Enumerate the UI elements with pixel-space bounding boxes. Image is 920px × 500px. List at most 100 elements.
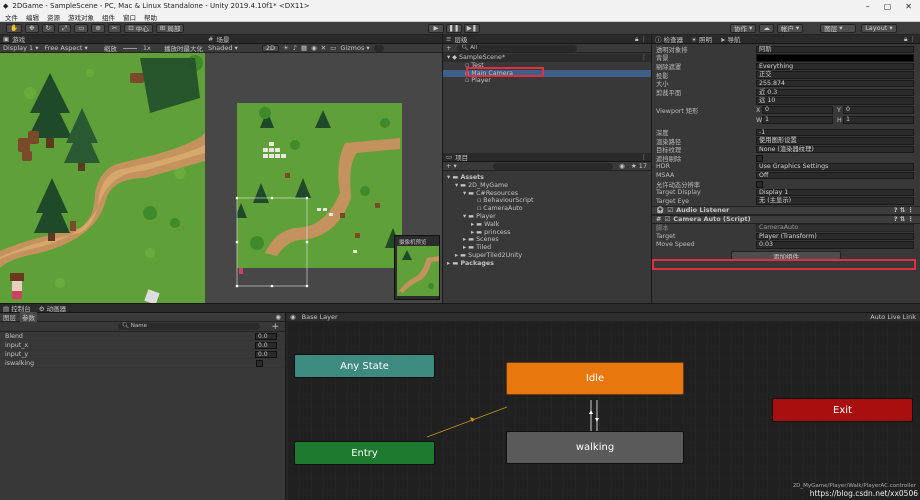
viewport-x-field[interactable]: 0 [762,106,833,114]
project-item-camera-auto[interactable]: ▫ CameraAuto [443,205,651,213]
display-select[interactable]: Display 1 ▾ [3,44,39,52]
component-menu-icon[interactable]: ? ⇅ ⋮ [894,206,920,214]
project-item-scenes[interactable]: ▸ ▬ Scenes [443,236,651,244]
viewport-w-field[interactable]: 1 [762,116,833,124]
effects-icon[interactable]: ▦ [301,44,307,52]
clip-far-field[interactable]: 远 10 [756,97,914,105]
hierarchy-search-input[interactable]: 🔍︎ All [457,44,578,52]
state-any[interactable]: Any State [294,354,435,378]
maximize-icon[interactable]: ▢ [884,2,892,11]
param-row[interactable]: input_x 0.0 [0,341,285,350]
pivot-local-button[interactable]: ⊞ 局部 [155,23,185,33]
project-item-cs-resources[interactable]: ▾ ▬ C#Resources [443,190,651,198]
rect-tool-icon[interactable]: ▭ [74,23,89,33]
depth-field[interactable]: -1 [756,128,914,137]
project-item-princess[interactable]: ▸ ▬ princess [443,229,651,237]
tab-game[interactable]: 游戏 [12,34,25,44]
auto-live-link-toggle[interactable]: Auto Live Link [870,313,920,321]
project-item-player[interactable]: ▾ ▬ Player [443,213,651,221]
lock-icon[interactable]: 🔒︎ ⋮ [635,35,651,44]
tab-inspector[interactable]: ⓘ 检查器 [655,34,683,44]
scale-tool-icon[interactable]: ⤢ [58,23,72,33]
tab-animator[interactable]: ⚙ 动画器 [39,303,66,313]
menu-gameobject[interactable]: 游戏对象 [68,12,94,22]
viewport-y-field[interactable]: 0 [843,106,914,114]
tab-layers[interactable]: 图层 [3,312,16,322]
target-eye-select[interactable]: 无 (主显示) [756,197,914,205]
project-item-behaviour-script[interactable]: ▫ BehaviourScript [443,197,651,205]
menu-edit[interactable]: 编辑 [26,12,39,22]
param-row[interactable]: Blend 0.0 [0,332,285,341]
scene-search-input[interactable] [373,44,384,52]
param-value-field[interactable]: 0.0 [255,332,277,340]
visibility-icon[interactable]: ◉ [311,44,317,52]
transform-tool-icon[interactable]: ⊕ [91,23,105,33]
scale-slider[interactable] [122,47,137,49]
camera-auto-enabled-checkbox[interactable]: ☑ [664,215,670,223]
custom-tool-icon[interactable]: ✂ [107,23,122,33]
maximize-on-play-button[interactable]: 播放时最大化 [164,43,205,53]
aspect-select[interactable]: Free Aspect ▾ [45,44,88,52]
param-value-field[interactable]: 0.0 [255,341,277,349]
menu-component[interactable]: 组件 [102,12,115,22]
project-item-packages[interactable]: ▸ ▬ Packages [443,260,651,268]
mode-2d-toggle[interactable]: 2D [261,44,279,52]
shading-select[interactable]: Shaded ▾ [208,44,238,52]
hierarchy-item-player[interactable]: ▫ Player [443,77,651,85]
menu-assets[interactable]: 资源 [47,12,60,22]
occlusion-checkbox[interactable] [756,154,763,162]
hierarchy-add-button[interactable]: + [446,44,451,52]
state-walking[interactable]: walking [506,431,684,464]
tools-icon[interactable]: ✕ [321,44,326,52]
tab-lighting[interactable]: ☀ 照明 [691,34,712,44]
param-row[interactable]: iswalking [0,359,285,368]
add-parameter-button[interactable]: + [271,322,285,332]
hand-tool-icon[interactable]: ✋ [6,23,23,33]
target-display-select[interactable]: Display 1 [756,188,914,197]
audio-listener-header[interactable]: 🎧︎ ☑ Audio Listener ? ⇅ ⋮ [652,205,920,215]
clip-near-field[interactable]: 近 0.3 [756,88,914,97]
menu-help[interactable]: 帮助 [144,12,157,22]
component-menu-icon[interactable]: ? ⇅ ⋮ [894,215,920,223]
rotate-tool-icon[interactable]: ↻ [41,23,55,33]
eye-icon[interactable]: ◉ [275,313,285,321]
param-row[interactable]: input_y 0.0 [0,350,285,359]
lighting-icon[interactable]: ☀ [283,44,289,52]
project-search-input[interactable] [493,162,614,170]
layers-button[interactable]: 图层 ▾ [820,23,857,33]
minimize-icon[interactable]: – [866,2,870,11]
camera-icon[interactable]: ▭ [330,44,336,52]
eye-icon[interactable]: ◉ [290,313,296,321]
play-button[interactable]: ▶ [428,23,444,33]
viewport-h-field[interactable]: 1 [843,116,914,124]
project-item-assets[interactable]: ▾ ▬ Assets [443,174,651,182]
param-search-input[interactable]: 🔍︎ Name [118,323,260,330]
msaa-select[interactable]: Off [756,171,914,180]
pivot-center-button[interactable]: ⊡ 中心 [124,23,153,33]
audio-listener-enabled-checkbox[interactable]: ☑ [667,206,673,214]
inspector-lock-icon[interactable]: 🔒︎ ⋮ [904,35,920,44]
cloud-icon[interactable]: ☁ [759,23,774,33]
scene-viewport[interactable]: 摄像机预览 [205,53,442,303]
layout-button[interactable]: Layout ▾ [861,23,898,33]
eye-icon[interactable]: ◉ [619,162,625,170]
project-item-tiled[interactable]: ▸ ▬ Tiled [443,244,651,252]
target-texture-field[interactable]: None (渲染器纹理) [756,145,914,154]
size-field[interactable]: 255.874 [756,79,914,88]
hdr-select[interactable]: Use Graphics Settings [756,163,914,171]
move-tool-icon[interactable]: ✥ [25,23,39,33]
audio-icon[interactable]: ♪ [293,44,297,52]
tab-navigation[interactable]: ➤ 导航 [720,34,741,44]
gizmos-select[interactable]: Gizmos ▾ [340,44,369,52]
collab-button[interactable]: 协作 ▾ [730,23,757,33]
breadcrumb-base-layer[interactable]: Base Layer [302,313,338,321]
state-exit[interactable]: Exit [772,398,913,422]
menu-file[interactable]: 文件 [5,12,18,22]
account-button[interactable]: 帐户 ▾ [776,23,804,33]
tab-hierarchy[interactable]: 层级 [454,34,467,44]
project-item-walk[interactable]: ▸ ▬ Walk [443,221,651,229]
tab-scene[interactable]: 场景 [216,34,229,44]
animator-graph[interactable]: ◉ Base Layer Auto Live Link Any State En… [287,313,920,500]
target-field[interactable]: Player (Transform) [756,232,914,241]
game-viewport[interactable] [0,53,205,303]
